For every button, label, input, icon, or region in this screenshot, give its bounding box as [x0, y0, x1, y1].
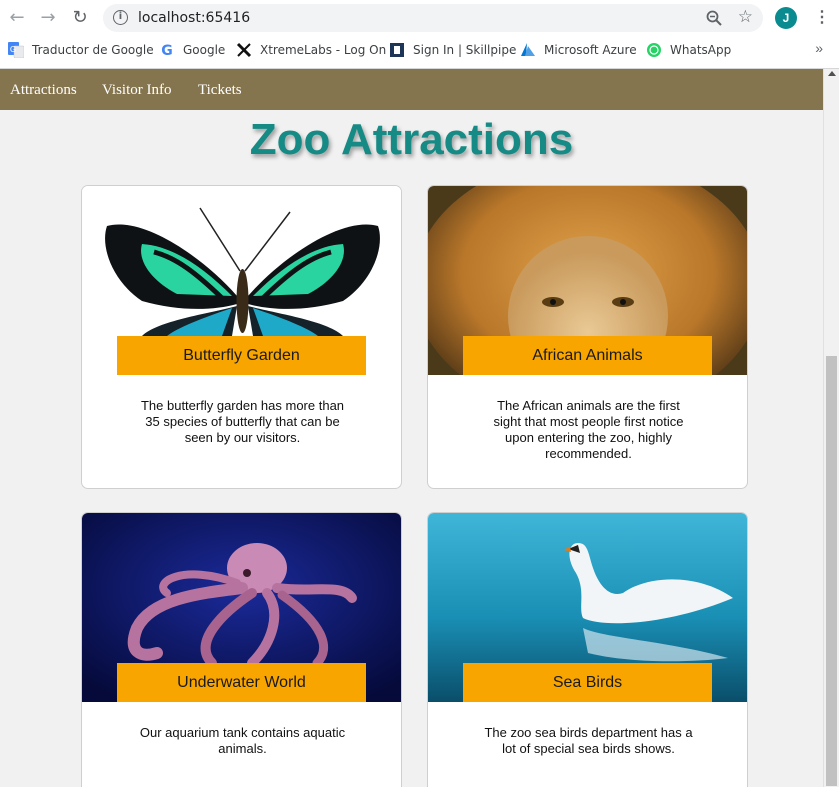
bookmark-label: XtremeLabs - Log On [260, 43, 387, 57]
bookmark-label: Microsoft Azure [544, 43, 637, 57]
bookmarks-overflow-button[interactable]: » [815, 40, 823, 56]
svg-text:G: G [161, 43, 173, 58]
bookmarks-bar: G Traductor de Google G Google XtremeLab… [0, 38, 839, 62]
url-text[interactable]: localhost:65416 [138, 10, 250, 26]
site-nav: Attractions Visitor Info Tickets [0, 69, 823, 110]
bookmark-label: Sign In | Skillpipe [413, 43, 517, 57]
browser-toolbar: ← → ↻ i localhost:65416 ☆ J ⋮ [0, 0, 839, 36]
card-title[interactable]: Butterfly Garden [117, 336, 366, 375]
forward-arrow-icon[interactable]: → [38, 8, 58, 28]
card-title[interactable]: Sea Birds [463, 663, 712, 702]
reload-icon[interactable]: ↻ [70, 8, 90, 28]
bookmark-xtremelabs[interactable]: XtremeLabs - Log On [236, 40, 386, 60]
browser-menu-icon[interactable]: ⋮ [814, 8, 830, 28]
vertical-scrollbar[interactable] [823, 69, 839, 787]
bookmark-label: Traductor de Google [32, 43, 154, 57]
bookmark-whatsapp[interactable]: WhatsApp [646, 40, 731, 60]
svg-text:G: G [10, 45, 16, 54]
page-viewport: Attractions Visitor Info Tickets Zoo Att… [0, 69, 823, 787]
scroll-thumb[interactable] [826, 356, 837, 786]
bookmark-google[interactable]: G Google [159, 40, 225, 60]
info-icon[interactable]: i [113, 10, 128, 25]
card-description: The African animals are the first sight … [493, 398, 684, 461]
address-bar[interactable]: i localhost:65416 ☆ [103, 4, 763, 32]
back-arrow-icon[interactable]: ← [7, 8, 27, 28]
profile-avatar[interactable]: J [775, 7, 797, 29]
google-translate-icon: G [8, 42, 24, 58]
bookmark-skillpipe[interactable]: Sign In | Skillpipe [389, 40, 516, 60]
nav-tickets[interactable]: Tickets [198, 82, 242, 99]
nav-attractions[interactable]: Attractions [10, 82, 77, 99]
xtremelabs-icon [236, 42, 252, 58]
attraction-card-octopus[interactable]: Underwater World Our aquarium tank conta… [81, 512, 402, 787]
google-icon: G [161, 43, 173, 58]
bookmark-star-icon[interactable]: ☆ [738, 7, 753, 27]
browser-chrome: ← → ↻ i localhost:65416 ☆ J ⋮ G Traducto… [0, 0, 839, 69]
card-title[interactable]: African Animals [463, 336, 712, 375]
attraction-card-lion[interactable]: African Animals The African animals are … [427, 185, 748, 489]
bookmark-label: Google [183, 43, 226, 57]
whatsapp-icon [647, 43, 661, 57]
bookmark-azure[interactable]: Microsoft Azure [520, 40, 637, 60]
page-title: Zoo Attractions [249, 115, 574, 164]
attraction-card-butterfly[interactable]: Butterfly Garden The butterfly garden ha… [81, 185, 402, 489]
azure-icon [521, 43, 535, 56]
bookmark-google-translate[interactable]: G Traductor de Google [8, 40, 154, 60]
card-description: Our aquarium tank contains aquatic anima… [139, 725, 346, 756]
bookmark-label: WhatsApp [670, 43, 732, 57]
zoom-icon[interactable] [705, 9, 723, 27]
scroll-up-arrow-icon[interactable] [828, 71, 836, 76]
card-description: The butterfly garden has more than 35 sp… [140, 398, 345, 445]
nav-visitor-info[interactable]: Visitor Info [102, 82, 172, 99]
card-title[interactable]: Underwater World [117, 663, 366, 702]
attraction-card-swan[interactable]: Sea Birds The zoo sea birds department h… [427, 512, 748, 787]
card-description: The zoo sea birds department has a lot o… [484, 725, 693, 756]
skillpipe-icon [390, 43, 404, 57]
